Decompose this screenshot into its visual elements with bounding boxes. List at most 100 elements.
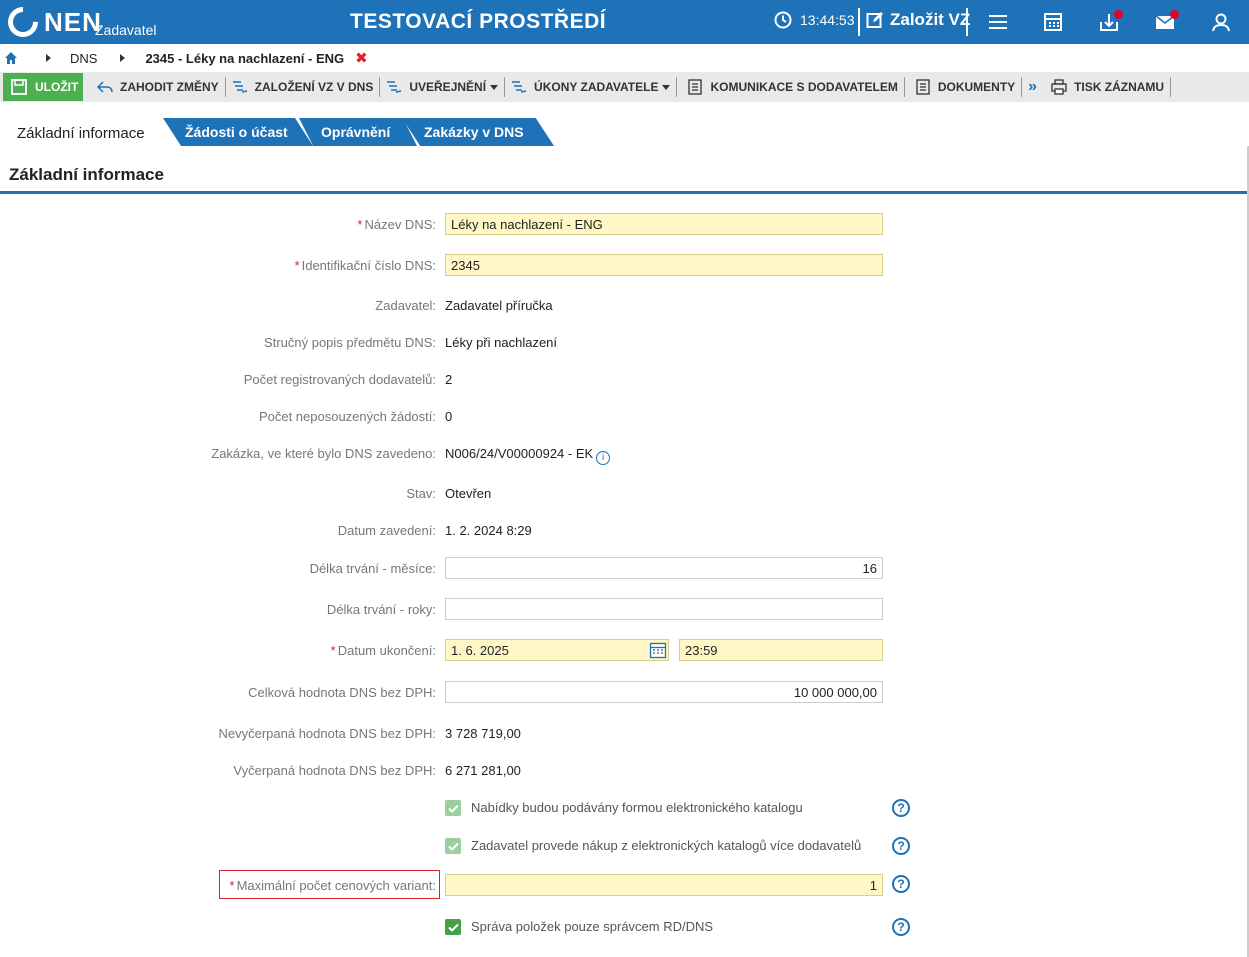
discard-label: ZAHODIT ZMĚNY — [120, 80, 219, 94]
pending-requests-value: 0 — [445, 409, 453, 424]
spent-value-label: Vyčerpaná hodnota DNS bez DPH: — [233, 763, 436, 778]
close-icon[interactable]: ✖ — [355, 49, 368, 67]
row-end-date: * Datum ukončení: 1. 6. 2025 23:59 — [0, 639, 1249, 665]
mail-notification-dot — [1170, 10, 1179, 19]
breadcrumb-item-dns[interactable]: DNS — [70, 51, 97, 66]
calendar-picker-icon[interactable] — [649, 641, 667, 659]
document-icon — [688, 79, 703, 95]
clock-time: 13:44:53 — [800, 12, 855, 28]
unspent-value: 3 728 719,00 — [445, 726, 521, 741]
divider — [1170, 77, 1172, 97]
row-electronic-catalog: Nabídky budou podávány formou elektronic… — [0, 797, 1249, 823]
state-label: Stav: — [406, 486, 436, 501]
contracting-actions-menu[interactable]: ÚKONY ZADAVATELE — [505, 72, 676, 102]
item-management-label: Správa položek pouze správcem RD/DNS — [471, 919, 714, 934]
info-icon[interactable]: i — [596, 450, 611, 465]
documents-button[interactable]: DOKUMENTY — [905, 72, 1021, 102]
duration-years-label: Délka trvání - roky: — [326, 602, 436, 617]
documents-label: DOKUMENTY — [937, 80, 1016, 94]
divider — [966, 8, 968, 36]
dns-id-label: * Identifikační číslo DNS: — [294, 258, 436, 273]
help-icon[interactable]: ? — [892, 837, 910, 855]
caret-down-icon — [490, 84, 499, 90]
help-icon[interactable]: ? — [892, 918, 910, 936]
multi-supplier-checkbox[interactable] — [445, 838, 461, 854]
create-vz-in-dns-label: ZALOŽENÍ VZ V DNS — [254, 80, 374, 94]
item-management-checkbox[interactable] — [445, 919, 461, 935]
electronic-catalog-checkbox[interactable] — [445, 800, 461, 816]
logo-text: NEN — [44, 6, 102, 37]
row-established-date: Datum zavedení: 1. 2. 2024 8:29 — [0, 519, 1249, 545]
create-vz-button[interactable]: Založit VZ — [866, 10, 970, 30]
max-price-variants-label: * Maximální počet cenových variant: — [229, 878, 437, 893]
clock-icon — [774, 11, 792, 29]
list-edit-icon — [387, 81, 402, 93]
create-vz-in-dns-button[interactable]: ZALOŽENÍ VZ V DNS — [226, 72, 380, 102]
edit-icon — [866, 12, 883, 28]
breadcrumb-arrow-icon — [46, 54, 51, 62]
end-time-input[interactable]: 23:59 — [679, 639, 883, 661]
breadcrumb-item-current[interactable]: 2345 - Léky na nachlazení - ENG — [145, 51, 344, 66]
row-max-price-variants: * Maximální počet cenových variant: 1 ? — [0, 874, 1249, 900]
row-item-management: Správa položek pouze správcem RD/DNS ? — [0, 916, 1249, 942]
row-dns-name: * Název DNS: Léky na nachlazení - ENG — [0, 213, 1249, 239]
caret-down-icon — [662, 84, 671, 90]
unspent-value-label: Nevyčerpaná hodnota DNS bez DPH: — [218, 726, 436, 741]
print-record-label: TISK ZÁZNAMU — [1074, 80, 1165, 94]
row-pending-requests: Počet neposouzených žádostí: 0 — [0, 405, 1249, 431]
description-label: Stručný popis předmětu DNS: — [264, 335, 436, 350]
max-price-variants-input[interactable]: 1 — [445, 874, 883, 896]
row-spent-value: Vyčerpaná hodnota DNS bez DPH: 6 271 281… — [0, 759, 1249, 785]
user-icon[interactable] — [1210, 12, 1232, 32]
save-button[interactable]: ULOŽIT — [3, 73, 83, 101]
row-multi-supplier: Zadavatel provede nákup z elektronických… — [0, 835, 1249, 861]
tab-participation-requests[interactable]: Žádosti o účast — [163, 118, 313, 146]
tab-basic-info[interactable]: Základní informace — [0, 118, 170, 148]
dns-id-input[interactable]: 2345 — [445, 254, 883, 276]
registered-suppliers-label: Počet registrovaných dodavatelů: — [243, 372, 436, 387]
publish-label: UVEŘEJNĚNÍ — [409, 80, 487, 94]
create-vz-label: Založit VZ — [890, 10, 971, 29]
row-registered-suppliers: Počet registrovaných dodavatelů: 2 — [0, 368, 1249, 394]
list-edit-icon — [512, 81, 527, 93]
row-description: Stručný popis předmětu DNS: Léky při nac… — [0, 331, 1249, 357]
row-unspent-value: Nevyčerpaná hodnota DNS bez DPH: 3 728 7… — [0, 722, 1249, 748]
inbox-notification-dot — [1114, 10, 1123, 19]
save-icon — [11, 79, 27, 95]
discard-changes-button[interactable]: ZAHODIT ZMĚNY — [91, 72, 225, 102]
duration-years-input[interactable] — [445, 598, 883, 620]
check-icon — [447, 842, 459, 851]
nen-logo[interactable]: NEN — [1, 0, 102, 44]
tab-dns-contracts[interactable]: Zakázky v DNS — [402, 118, 554, 146]
divider — [1021, 77, 1023, 97]
duration-months-label: Délka trvání - měsíce: — [309, 561, 436, 576]
publish-menu[interactable]: UVEŘEJNĚNÍ — [380, 72, 504, 102]
origin-contract-value: N006/24/V00000924 - EK i — [445, 446, 611, 465]
established-date-label: Datum zavedení: — [337, 523, 436, 538]
list-edit-icon — [232, 81, 247, 93]
help-icon[interactable]: ? — [892, 875, 910, 893]
help-icon[interactable]: ? — [892, 799, 910, 817]
supplier-communication-button[interactable]: KOMUNIKACE S DODAVATELEM — [677, 72, 903, 102]
pending-requests-label: Počet neposouzených žádostí: — [258, 409, 436, 424]
supplier-communication-label: KOMUNIKACE S DODAVATELEM — [710, 80, 898, 94]
print-record-button[interactable]: TISK ZÁZNAMU — [1045, 72, 1170, 102]
dns-name-input[interactable]: Léky na nachlazení - ENG — [445, 213, 883, 235]
home-icon[interactable] — [4, 51, 18, 65]
multi-supplier-label: Zadavatel provede nákup z elektronických… — [471, 838, 862, 853]
duration-months-input[interactable]: 16 — [445, 557, 883, 579]
tab-permissions[interactable]: Oprávnění — [299, 118, 417, 146]
origin-contract-link[interactable]: N006/24/V00000924 - EK — [445, 446, 593, 461]
row-state: Stav: Otevřen — [0, 482, 1249, 508]
total-value-input[interactable]: 10 000 000,00 — [445, 681, 883, 703]
end-date-label: * Datum ukončení: — [330, 643, 436, 658]
breadcrumb-arrow-icon — [120, 54, 126, 62]
session-clock: 13:44:53 — [774, 11, 855, 29]
end-date-input[interactable]: 1. 6. 2025 — [445, 639, 669, 661]
row-contracting-authority: Zadavatel: Zadavatel příručka — [0, 294, 1249, 320]
logo-subtitle: Zadavatel — [95, 22, 157, 38]
menu-icon[interactable] — [987, 12, 1009, 32]
calendar-icon[interactable] — [1042, 12, 1064, 32]
divider — [858, 8, 860, 36]
more-chevron-icon[interactable]: » — [1028, 78, 1037, 96]
